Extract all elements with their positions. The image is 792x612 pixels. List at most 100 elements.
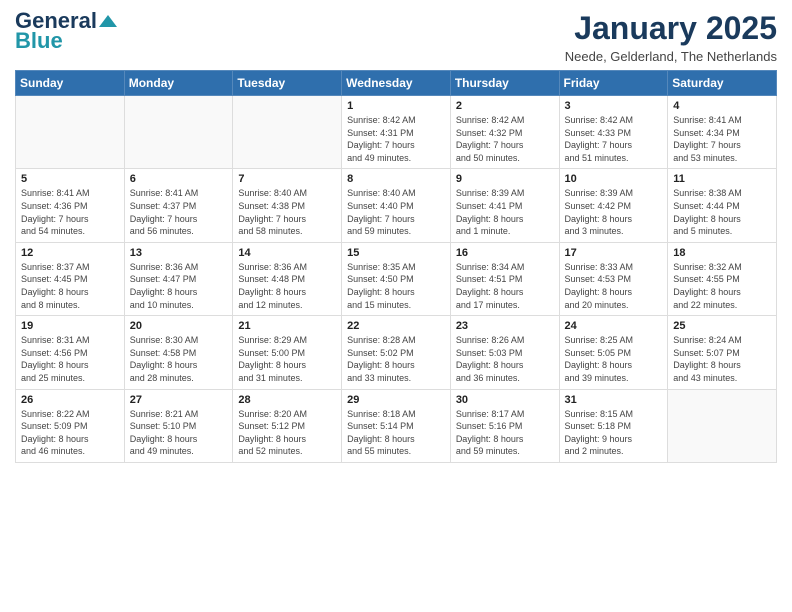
day-info: Sunrise: 8:35 AM Sunset: 4:50 PM Dayligh…	[347, 261, 445, 311]
col-sunday: Sunday	[16, 71, 125, 96]
day-info: Sunrise: 8:39 AM Sunset: 4:41 PM Dayligh…	[456, 187, 554, 237]
day-number: 11	[673, 173, 771, 185]
col-thursday: Thursday	[450, 71, 559, 96]
day-number: 30	[456, 394, 554, 406]
calendar-week-row: 1 Sunrise: 8:42 AM Sunset: 4:31 PM Daylig…	[16, 96, 777, 169]
day-info: Sunrise: 8:20 AM Sunset: 5:12 PM Dayligh…	[238, 408, 336, 458]
calendar-day-cell: 14 Sunrise: 8:36 AM Sunset: 4:48 PM Dayli…	[233, 242, 342, 315]
day-info: Sunrise: 8:28 AM Sunset: 5:02 PM Dayligh…	[347, 334, 445, 384]
day-info: Sunrise: 8:30 AM Sunset: 4:58 PM Dayligh…	[130, 334, 228, 384]
calendar-day-cell	[233, 96, 342, 169]
calendar-day-cell: 6Sunrise: 8:41 AM Sunset: 4:37 PM Daylig…	[124, 169, 233, 242]
col-monday: Monday	[124, 71, 233, 96]
calendar-day-cell: 9 Sunrise: 8:39 AM Sunset: 4:41 PM Daylig…	[450, 169, 559, 242]
calendar-day-cell: 22 Sunrise: 8:28 AM Sunset: 5:02 PM Dayli…	[342, 316, 451, 389]
day-number: 28	[238, 394, 336, 406]
calendar-day-cell: 8Sunrise: 8:40 AM Sunset: 4:40 PM Daylig…	[342, 169, 451, 242]
calendar-day-cell: 29Sunrise: 8:18 AM Sunset: 5:14 PM Dayli…	[342, 389, 451, 462]
day-number: 13	[130, 247, 228, 259]
day-info: Sunrise: 8:42 AM Sunset: 4:32 PM Dayligh…	[456, 114, 554, 164]
day-info: Sunrise: 8:34 AM Sunset: 4:51 PM Dayligh…	[456, 261, 554, 311]
day-info: Sunrise: 8:41 AM Sunset: 4:34 PM Dayligh…	[673, 114, 771, 164]
day-number: 1	[347, 100, 445, 112]
day-number: 16	[456, 247, 554, 259]
day-number: 4	[673, 100, 771, 112]
day-number: 19	[21, 320, 119, 332]
day-info: Sunrise: 8:36 AM Sunset: 4:48 PM Dayligh…	[238, 261, 336, 311]
day-number: 3	[565, 100, 663, 112]
calendar-day-cell: 23 Sunrise: 8:26 AM Sunset: 5:03 PM Dayli…	[450, 316, 559, 389]
page-container: General Blue January 2025 Neede, Gelderl…	[0, 0, 792, 478]
day-info: Sunrise: 8:18 AM Sunset: 5:14 PM Dayligh…	[347, 408, 445, 458]
calendar-day-cell: 19Sunrise: 8:31 AM Sunset: 4:56 PM Dayli…	[16, 316, 125, 389]
day-info: Sunrise: 8:39 AM Sunset: 4:42 PM Dayligh…	[565, 187, 663, 237]
col-tuesday: Tuesday	[233, 71, 342, 96]
calendar-day-cell: 20 Sunrise: 8:30 AM Sunset: 4:58 PM Dayli…	[124, 316, 233, 389]
col-friday: Friday	[559, 71, 668, 96]
day-number: 12	[21, 247, 119, 259]
day-number: 23	[456, 320, 554, 332]
day-number: 21	[238, 320, 336, 332]
day-info: Sunrise: 8:41 AM Sunset: 4:37 PM Dayligh…	[130, 187, 228, 237]
calendar-day-cell: 7 Sunrise: 8:40 AM Sunset: 4:38 PM Daylig…	[233, 169, 342, 242]
day-info: Sunrise: 8:29 AM Sunset: 5:00 PM Dayligh…	[238, 334, 336, 384]
day-number: 22	[347, 320, 445, 332]
calendar-day-cell: 26Sunrise: 8:22 AM Sunset: 5:09 PM Dayli…	[16, 389, 125, 462]
day-number: 10	[565, 173, 663, 185]
calendar-day-cell	[668, 389, 777, 462]
calendar-day-cell	[124, 96, 233, 169]
day-number: 14	[238, 247, 336, 259]
subtitle: Neede, Gelderland, The Netherlands	[565, 49, 777, 64]
calendar-day-cell: 21 Sunrise: 8:29 AM Sunset: 5:00 PM Dayli…	[233, 316, 342, 389]
day-info: Sunrise: 8:42 AM Sunset: 4:31 PM Dayligh…	[347, 114, 445, 164]
calendar-day-cell	[16, 96, 125, 169]
calendar-day-cell: 12 Sunrise: 8:37 AM Sunset: 4:45 PM Dayli…	[16, 242, 125, 315]
logo: General Blue	[15, 10, 117, 54]
day-number: 15	[347, 247, 445, 259]
calendar-week-row: 12 Sunrise: 8:37 AM Sunset: 4:45 PM Dayli…	[16, 242, 777, 315]
col-saturday: Saturday	[668, 71, 777, 96]
day-info: Sunrise: 8:42 AM Sunset: 4:33 PM Dayligh…	[565, 114, 663, 164]
day-number: 25	[673, 320, 771, 332]
day-info: Sunrise: 8:15 AM Sunset: 5:18 PM Dayligh…	[565, 408, 663, 458]
day-number: 8	[347, 173, 445, 185]
calendar-day-cell: 17Sunrise: 8:33 AM Sunset: 4:53 PM Dayli…	[559, 242, 668, 315]
calendar-week-row: 19Sunrise: 8:31 AM Sunset: 4:56 PM Dayli…	[16, 316, 777, 389]
day-info: Sunrise: 8:32 AM Sunset: 4:55 PM Dayligh…	[673, 261, 771, 311]
calendar-day-cell: 16 Sunrise: 8:34 AM Sunset: 4:51 PM Dayli…	[450, 242, 559, 315]
calendar-day-cell: 24Sunrise: 8:25 AM Sunset: 5:05 PM Dayli…	[559, 316, 668, 389]
day-info: Sunrise: 8:22 AM Sunset: 5:09 PM Dayligh…	[21, 408, 119, 458]
calendar-day-cell: 28 Sunrise: 8:20 AM Sunset: 5:12 PM Dayli…	[233, 389, 342, 462]
day-info: Sunrise: 8:21 AM Sunset: 5:10 PM Dayligh…	[130, 408, 228, 458]
day-info: Sunrise: 8:26 AM Sunset: 5:03 PM Dayligh…	[456, 334, 554, 384]
calendar-day-cell: 4 Sunrise: 8:41 AM Sunset: 4:34 PM Daylig…	[668, 96, 777, 169]
calendar-table: Sunday Monday Tuesday Wednesday Thursday…	[15, 70, 777, 463]
calendar-day-cell: 5Sunrise: 8:41 AM Sunset: 4:36 PM Daylig…	[16, 169, 125, 242]
calendar-day-cell: 25 Sunrise: 8:24 AM Sunset: 5:07 PM Dayli…	[668, 316, 777, 389]
day-info: Sunrise: 8:25 AM Sunset: 5:05 PM Dayligh…	[565, 334, 663, 384]
calendar-day-cell: 13 Sunrise: 8:36 AM Sunset: 4:47 PM Dayli…	[124, 242, 233, 315]
calendar-day-cell: 11 Sunrise: 8:38 AM Sunset: 4:44 PM Dayli…	[668, 169, 777, 242]
calendar-day-cell: 18Sunrise: 8:32 AM Sunset: 4:55 PM Dayli…	[668, 242, 777, 315]
calendar-header-row: Sunday Monday Tuesday Wednesday Thursday…	[16, 71, 777, 96]
col-wednesday: Wednesday	[342, 71, 451, 96]
day-number: 7	[238, 173, 336, 185]
day-number: 9	[456, 173, 554, 185]
month-title: January 2025	[565, 10, 777, 47]
calendar-day-cell: 15 Sunrise: 8:35 AM Sunset: 4:50 PM Dayli…	[342, 242, 451, 315]
calendar-day-cell: 2Sunrise: 8:42 AM Sunset: 4:32 PM Daylig…	[450, 96, 559, 169]
calendar-day-cell: 3 Sunrise: 8:42 AM Sunset: 4:33 PM Daylig…	[559, 96, 668, 169]
title-section: January 2025 Neede, Gelderland, The Neth…	[565, 10, 777, 64]
day-info: Sunrise: 8:38 AM Sunset: 4:44 PM Dayligh…	[673, 187, 771, 237]
day-number: 27	[130, 394, 228, 406]
day-number: 20	[130, 320, 228, 332]
day-info: Sunrise: 8:37 AM Sunset: 4:45 PM Dayligh…	[21, 261, 119, 311]
day-info: Sunrise: 8:40 AM Sunset: 4:38 PM Dayligh…	[238, 187, 336, 237]
day-number: 5	[21, 173, 119, 185]
calendar-day-cell: 31Sunrise: 8:15 AM Sunset: 5:18 PM Dayli…	[559, 389, 668, 462]
calendar-day-cell: 30Sunrise: 8:17 AM Sunset: 5:16 PM Dayli…	[450, 389, 559, 462]
day-info: Sunrise: 8:36 AM Sunset: 4:47 PM Dayligh…	[130, 261, 228, 311]
day-info: Sunrise: 8:24 AM Sunset: 5:07 PM Dayligh…	[673, 334, 771, 384]
logo-icon	[99, 12, 117, 30]
header: General Blue January 2025 Neede, Gelderl…	[15, 10, 777, 64]
